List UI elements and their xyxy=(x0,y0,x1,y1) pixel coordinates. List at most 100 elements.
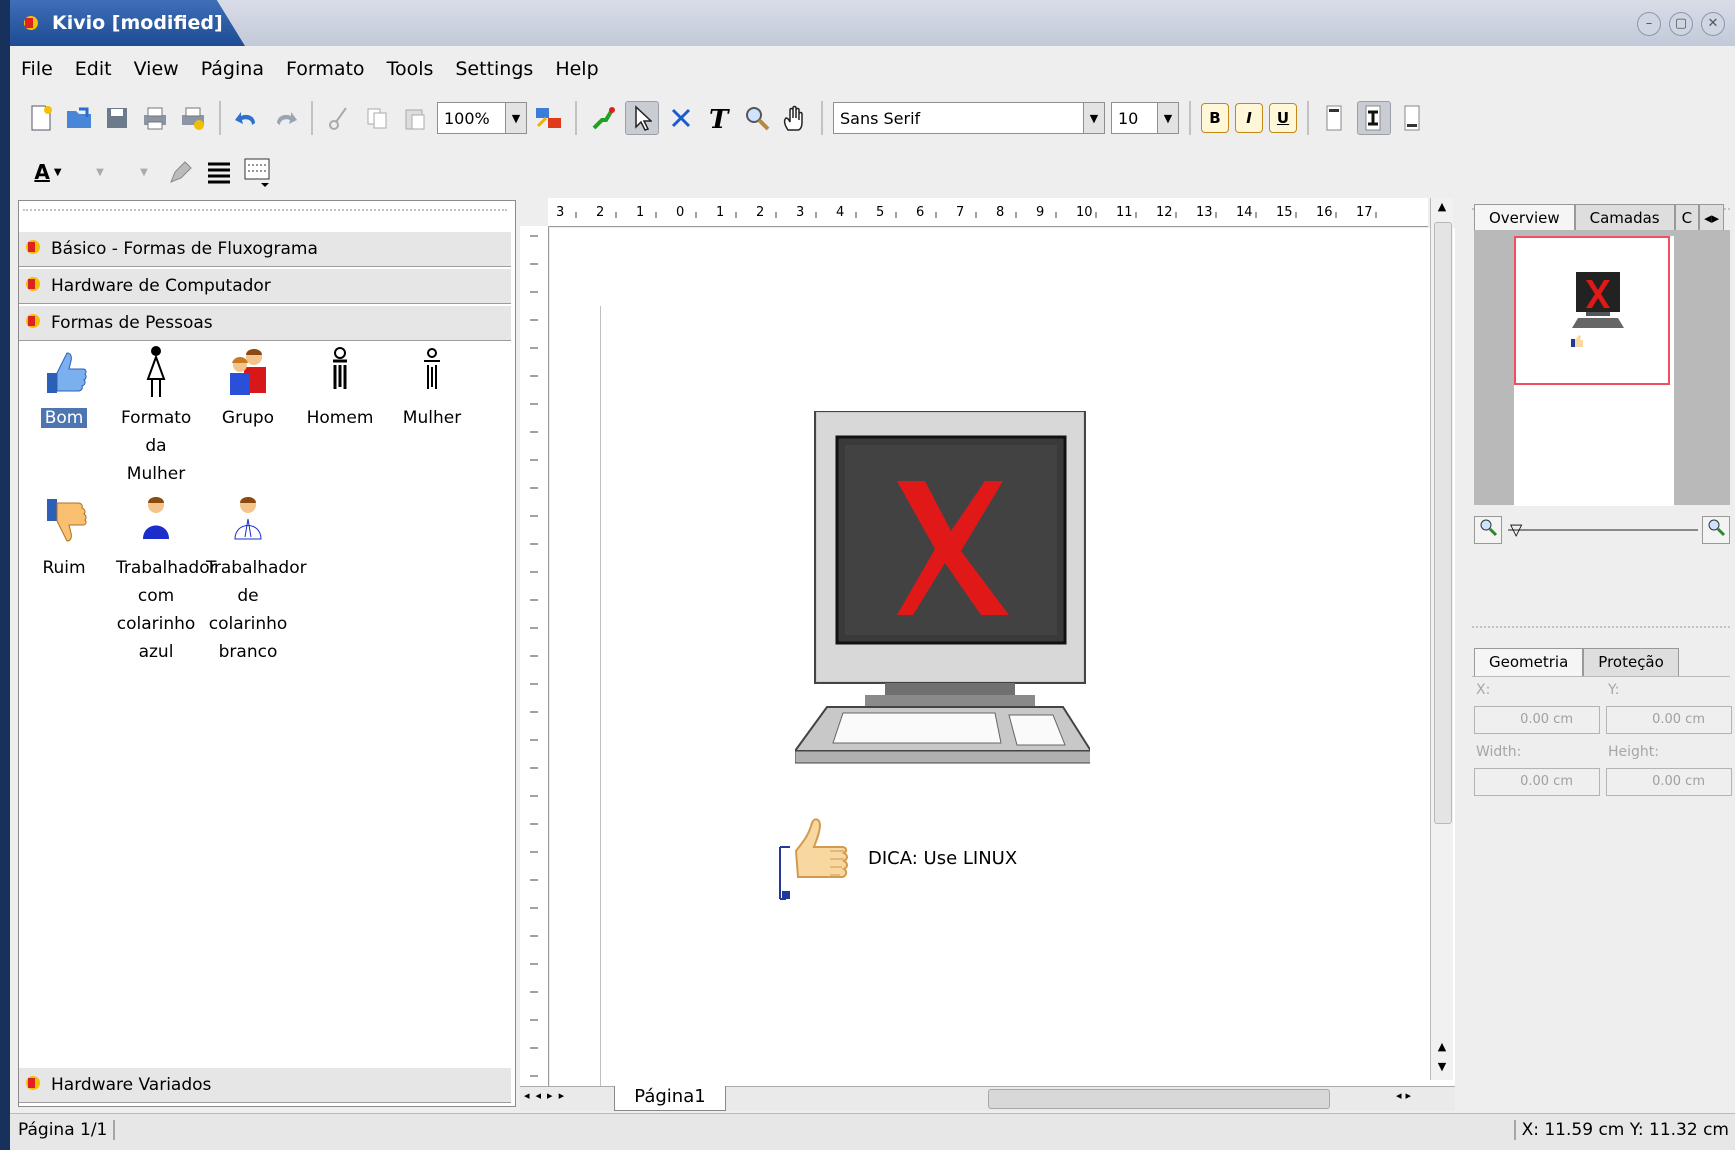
hscroll-arrows[interactable]: ◂▸ xyxy=(1396,1089,1415,1102)
maximize-button[interactable]: ▢ xyxy=(1669,12,1693,36)
title-tab[interactable]: Kivio [modified] xyxy=(10,0,245,46)
menu-settings[interactable]: Settings xyxy=(444,58,544,80)
connector-tool-button[interactable] xyxy=(587,102,619,134)
menu-edit[interactable]: Edit xyxy=(64,58,123,80)
minimize-button[interactable]: – xyxy=(1637,12,1661,36)
vertical-ruler[interactable] xyxy=(520,226,549,1088)
zoom-out-button[interactable] xyxy=(1474,516,1502,544)
print-button[interactable] xyxy=(139,102,171,134)
paste-button[interactable] xyxy=(399,102,431,134)
stencil-group-pessoas[interactable]: Formas de Pessoas xyxy=(19,305,511,341)
save-button[interactable] xyxy=(101,102,133,134)
menu-file[interactable]: File xyxy=(10,58,64,80)
pan-tool-button[interactable] xyxy=(779,102,811,134)
chevron-down-icon[interactable]: ▼ xyxy=(1157,103,1178,133)
copy-button[interactable] xyxy=(361,102,393,134)
horizontal-scroll-thumb[interactable] xyxy=(988,1089,1330,1109)
shape-trabalhador-colarinho-azul[interactable]: Trabalhador com colarinho azul xyxy=(111,488,217,666)
connection-point-tool-button[interactable] xyxy=(665,102,697,134)
width-spinbox[interactable]: 0.00 cm xyxy=(1474,768,1600,796)
cut-button[interactable] xyxy=(323,102,355,134)
shape-label: Homem xyxy=(306,408,374,428)
scroll-up-icon[interactable]: ▲ xyxy=(1433,1040,1451,1058)
drawing-page[interactable]: DICA: Use LINUX xyxy=(550,228,1455,1092)
print-preview-button[interactable] xyxy=(177,102,209,134)
zoom-slider-handle-icon[interactable]: ▽ xyxy=(1510,520,1522,539)
line-width-button[interactable] xyxy=(203,156,235,188)
ruler-label: 17 xyxy=(1356,205,1373,220)
shape-grupo[interactable]: Grupo xyxy=(203,338,293,432)
line-color-button[interactable]: ▼ xyxy=(77,156,123,188)
menu-pagina[interactable]: Página xyxy=(190,58,275,80)
zoom-tool-button[interactable] xyxy=(741,102,773,134)
line-style-button[interactable] xyxy=(165,156,197,188)
open-document-button[interactable] xyxy=(63,102,95,134)
height-spinbox[interactable]: 0.00 cm xyxy=(1606,768,1732,796)
select-tool-button[interactable] xyxy=(625,101,659,135)
menu-help[interactable]: Help xyxy=(544,58,609,80)
tab-geometria[interactable]: Geometria xyxy=(1474,648,1584,676)
vertical-scroll-thumb[interactable] xyxy=(1434,222,1452,824)
x-spinbox[interactable]: 0.00 cm xyxy=(1474,706,1600,734)
stencil-group-hardware[interactable]: Hardware de Computador xyxy=(19,268,511,304)
tab-protecao[interactable]: Proteção xyxy=(1583,648,1679,676)
shape-ruim[interactable]: Ruim xyxy=(19,488,109,582)
stencil-group-variados[interactable]: Hardware Variados xyxy=(19,1067,511,1103)
shape-mulher[interactable]: Mulher xyxy=(387,338,477,432)
thumbs-up-callout[interactable] xyxy=(776,801,866,916)
panel-grip[interactable] xyxy=(23,209,507,221)
line-ends-icon xyxy=(244,158,270,187)
overview-canvas[interactable] xyxy=(1474,230,1730,506)
menu-formato[interactable]: Formato xyxy=(275,58,376,80)
align-top-button[interactable] xyxy=(1319,102,1351,134)
stencil-group-basico[interactable]: Básico - Formas de Fluxograma xyxy=(19,231,511,267)
bold-button[interactable]: B xyxy=(1201,103,1229,133)
tab-overview[interactable]: Overview xyxy=(1474,204,1575,232)
zoom-in-button[interactable] xyxy=(1702,516,1730,544)
font-family-combo[interactable]: Sans Serif ▼ xyxy=(833,102,1105,134)
tab-camadas[interactable]: Camadas xyxy=(1574,204,1675,232)
font-size-combo[interactable]: 10 ▼ xyxy=(1111,102,1179,134)
computer-shape[interactable] xyxy=(793,410,1093,771)
undo-button[interactable] xyxy=(231,102,263,134)
status-bar: Página 1/1 X: 11.59 cm Y: 11.32 cm xyxy=(10,1113,1735,1150)
text-tool-button[interactable]: T xyxy=(703,102,735,134)
text-color-button[interactable]: A ▼ xyxy=(25,156,71,188)
redo-button[interactable] xyxy=(269,102,301,134)
italic-button[interactable]: I xyxy=(1235,103,1263,133)
align-middle-button[interactable] xyxy=(1357,101,1391,135)
underline-button[interactable]: U xyxy=(1269,103,1297,133)
shape-label: Ruim xyxy=(42,558,86,578)
align-bottom-button[interactable] xyxy=(1397,102,1429,134)
stencil-icon xyxy=(25,238,43,261)
page-nav-buttons[interactable]: ◂◂▸▸ xyxy=(524,1089,570,1102)
new-document-button[interactable] xyxy=(25,102,57,134)
connector-icon xyxy=(592,107,615,130)
overview-viewport-frame[interactable] xyxy=(1514,236,1670,385)
shape-formato-da-mulher[interactable]: Formato da Mulher xyxy=(111,338,201,488)
chevron-down-icon[interactable]: ▼ xyxy=(505,103,526,133)
panel-grip[interactable] xyxy=(1472,626,1730,638)
tab-clipart[interactable]: C xyxy=(1674,204,1700,232)
shape-homem[interactable]: Homem xyxy=(295,338,385,432)
fill-color-button[interactable]: ▼ xyxy=(129,156,159,188)
cut-icon xyxy=(329,107,347,130)
stencil-add-button[interactable] xyxy=(533,102,565,134)
y-spinbox[interactable]: 0.00 cm xyxy=(1606,706,1732,734)
shape-trabalhador-colarinho-branco[interactable]: Trabalhador de colarinho branco xyxy=(203,488,307,666)
menu-view[interactable]: View xyxy=(123,58,190,80)
zoom-combo[interactable]: 100% ▼ xyxy=(437,102,527,134)
line-ends-button[interactable] xyxy=(241,156,273,188)
tab-scroll-arrows[interactable]: ◂▸ xyxy=(1699,204,1725,232)
page-tab-pagina1[interactable]: Página1 xyxy=(614,1086,726,1111)
scroll-down-icon[interactable]: ▼ xyxy=(1433,1060,1451,1078)
scroll-up-icon[interactable]: ▲ xyxy=(1433,200,1451,218)
vertical-scrollbar[interactable]: ▲ ▲ ▼ xyxy=(1430,198,1453,1080)
horizontal-ruler[interactable]: 3 2 1 0 1 2 3 4 5 6 7 8 9 10 11 12 13 14 15 16 17 xyxy=(548,198,1428,227)
chevron-down-icon[interactable]: ▼ xyxy=(1083,103,1104,133)
callout-text[interactable]: DICA: Use LINUX xyxy=(868,848,1017,869)
shape-bom[interactable]: Bom xyxy=(19,338,109,432)
close-button[interactable]: ✕ xyxy=(1701,12,1725,36)
zoom-slider-track[interactable] xyxy=(1508,529,1698,531)
menu-tools[interactable]: Tools xyxy=(376,58,445,80)
